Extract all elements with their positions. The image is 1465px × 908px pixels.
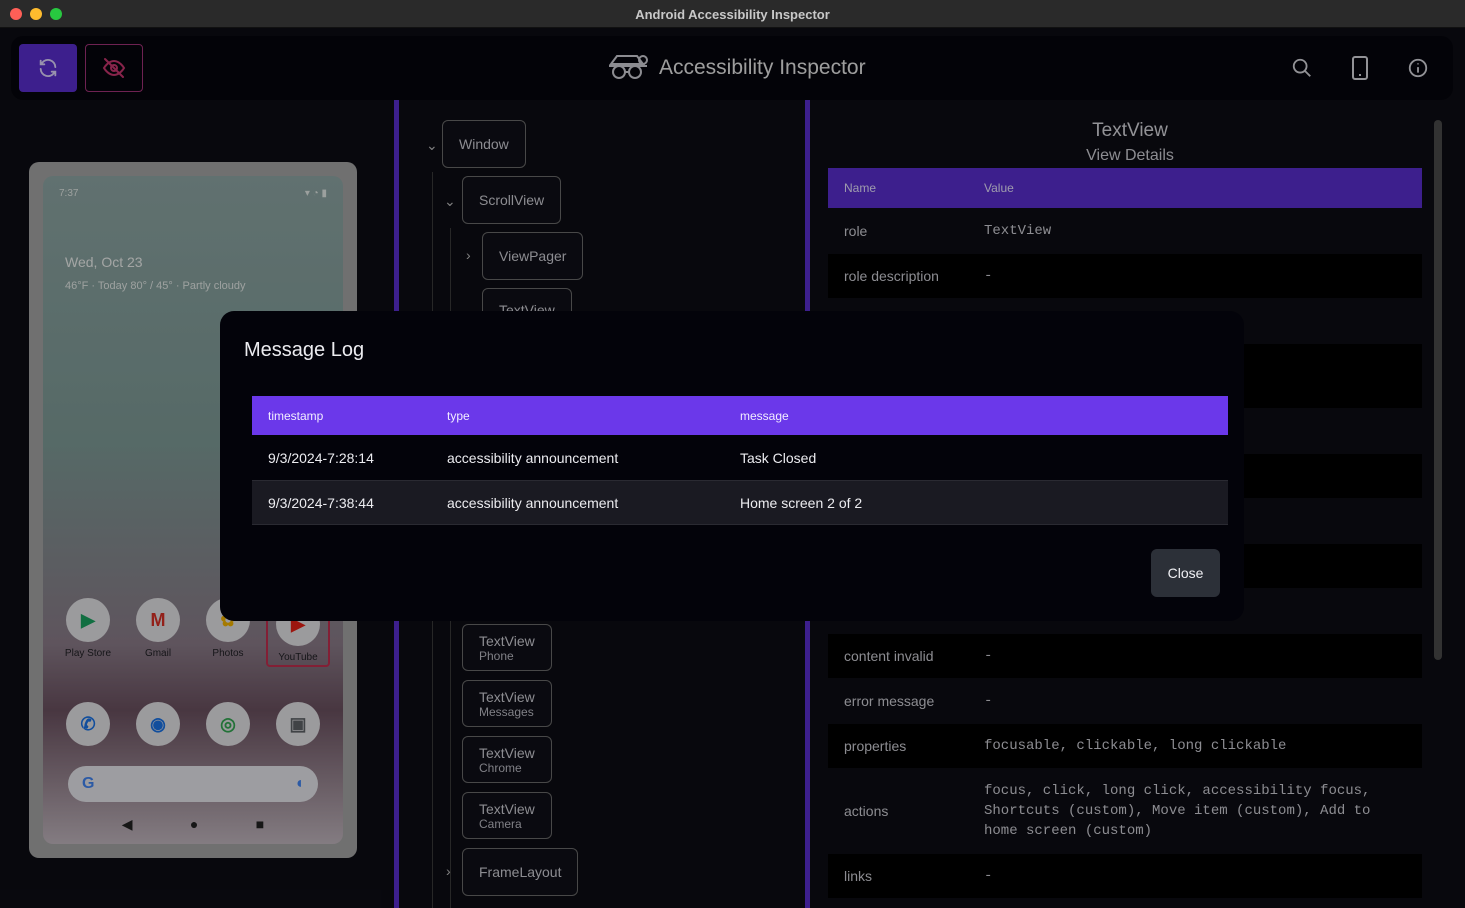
window-titlebar: Android Accessibility Inspector (0, 0, 1465, 28)
header-type: type (447, 408, 470, 423)
table-row: 9/3/2024-7:38:44 accessibility announcem… (252, 480, 1228, 525)
row-type: accessibility announcement (447, 494, 619, 511)
message-log-header: timestamp type message (252, 396, 1228, 435)
message-log-dialog: Message Log timestamp type message 9/3/2… (220, 311, 1244, 621)
header-message: message (740, 408, 789, 423)
row-timestamp: 9/3/2024-7:28:14 (268, 449, 374, 466)
row-timestamp: 9/3/2024-7:38:44 (268, 494, 374, 511)
row-type: accessibility announcement (447, 449, 619, 466)
row-message: Task Closed (740, 449, 817, 466)
table-row: 9/3/2024-7:28:14 accessibility announcem… (252, 435, 1228, 480)
header-timestamp: timestamp (268, 408, 324, 423)
row-message: Home screen 2 of 2 (740, 494, 863, 511)
dialog-title: Message Log (244, 339, 365, 361)
close-button[interactable]: Close (1151, 549, 1220, 597)
window-title: Android Accessibility Inspector (635, 7, 830, 22)
message-log-table: timestamp type message 9/3/2024-7:28:14 … (252, 396, 1228, 525)
